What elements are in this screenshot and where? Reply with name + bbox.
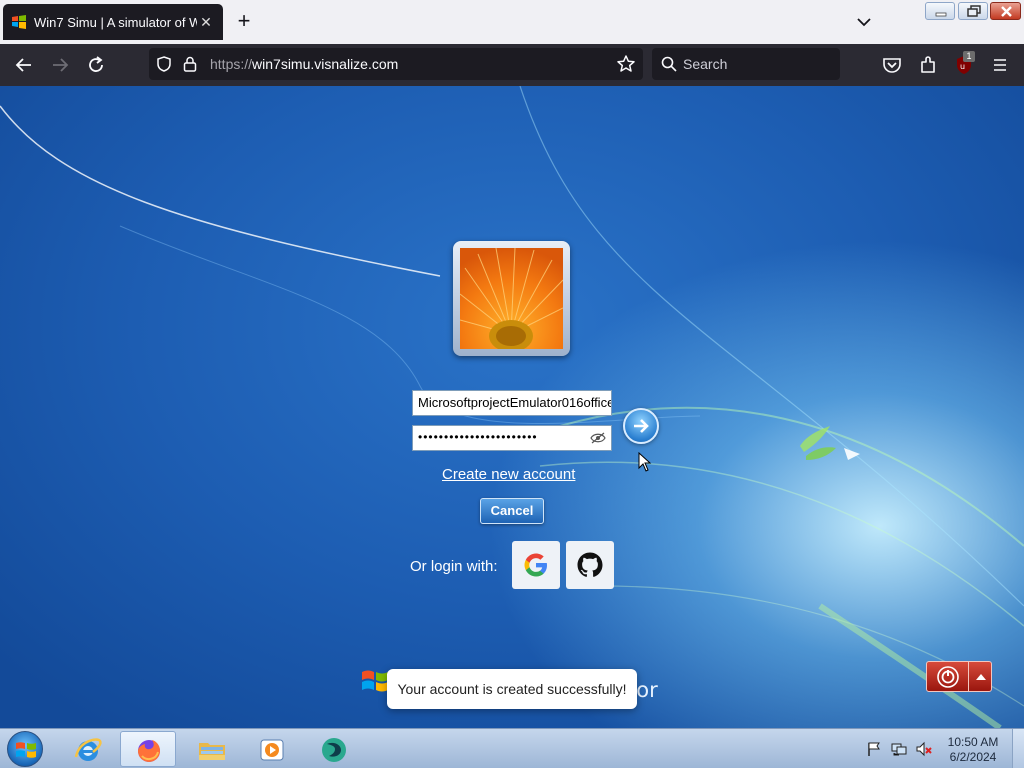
shutdown-button[interactable] <box>926 661 992 692</box>
login-screen: MicrosoftprojectEmulator016office ••••••… <box>0 86 1024 728</box>
taskbar: 10:50 AM 6/2/2024 <box>0 728 1024 768</box>
mouse-cursor-icon <box>638 451 652 477</box>
browser-tab-bar: Win7 Simu | A simulator of Windows 7 ✕ + <box>0 0 1024 44</box>
extensions-icon[interactable] <box>916 53 940 77</box>
windows-logo-icon <box>16 742 36 758</box>
taskbar-app-internet-explorer[interactable] <box>60 731 116 767</box>
folder-icon <box>199 743 225 760</box>
clock-date: 6/2/2024 <box>949 750 997 764</box>
google-icon <box>524 553 547 577</box>
extension-badge: 1 <box>963 51 975 62</box>
search-placeholder: Search <box>683 56 728 72</box>
chevron-down-icon[interactable] <box>853 12 875 32</box>
url-text: https://win7simu.visnalize.com <box>210 56 398 72</box>
svg-text:u: u <box>960 62 965 71</box>
show-desktop-button[interactable] <box>1012 729 1024 768</box>
taskbar-app-media-player[interactable] <box>244 731 300 767</box>
tab-close-icon[interactable]: ✕ <box>197 14 215 31</box>
shield-icon[interactable] <box>155 55 173 76</box>
cancel-button[interactable]: Cancel <box>480 498 544 524</box>
caret-up-icon[interactable] <box>972 671 990 683</box>
system-clock[interactable]: 10:50 AM 6/2/2024 <box>946 735 1000 765</box>
flower-picture <box>460 248 563 349</box>
network-icon[interactable] <box>891 741 907 762</box>
username-field[interactable]: MicrosoftprojectEmulator016office <box>412 390 612 416</box>
shutdown-separator <box>968 662 969 691</box>
firefox-icon <box>138 740 160 762</box>
media-player-icon <box>260 739 284 761</box>
new-tab-button[interactable]: + <box>232 10 256 34</box>
url-host: win7simu.visnalize.com <box>252 56 399 72</box>
windows-flag-icon <box>11 14 27 30</box>
bookmark-star-icon[interactable] <box>616 54 636 77</box>
github-login-button[interactable] <box>566 541 614 589</box>
taskbar-app-win7simu[interactable] <box>306 731 362 767</box>
forward-arrow-icon[interactable] <box>48 53 72 77</box>
browser-nav-bar: https://win7simu.visnalize.com Search u … <box>0 44 1024 86</box>
restore-window-button[interactable] <box>958 2 988 20</box>
password-mask: ••••••••••••••••••••••• <box>418 430 538 444</box>
taskbar-app-firefox[interactable] <box>120 731 176 767</box>
url-bar[interactable]: https://win7simu.visnalize.com <box>149 48 643 80</box>
password-field[interactable]: ••••••••••••••••••••••• <box>412 425 612 451</box>
volume-muted-icon[interactable] <box>915 741 933 762</box>
create-account-link[interactable]: Create new account <box>442 466 575 483</box>
github-icon <box>577 552 603 577</box>
hamburger-menu-icon[interactable] <box>988 53 1012 77</box>
internet-explorer-icon <box>74 738 102 761</box>
action-center-flag-icon[interactable] <box>866 741 882 762</box>
reload-icon[interactable] <box>84 53 108 77</box>
taskbar-app-windows-explorer[interactable] <box>184 731 240 767</box>
oauth-label: Or login with: <box>410 558 498 575</box>
browser-tab-active[interactable]: Win7 Simu | A simulator of Windows 7 ✕ <box>3 4 223 40</box>
start-button[interactable] <box>7 731 43 767</box>
win7simu-icon <box>322 738 346 762</box>
pocket-icon[interactable] <box>880 53 904 77</box>
toast-notification: Your account is created successfully! <box>387 669 637 709</box>
tab-title: Win7 Simu | A simulator of Windows 7 <box>34 14 197 30</box>
google-login-button[interactable] <box>512 541 560 589</box>
back-arrow-icon[interactable] <box>12 53 36 77</box>
minimize-window-button[interactable] <box>925 2 955 20</box>
arrow-right-icon <box>634 419 649 433</box>
eye-slash-icon[interactable] <box>590 432 606 447</box>
url-protocol: https:// <box>210 56 253 72</box>
search-icon <box>661 56 677 75</box>
clock-time: 10:50 AM <box>947 735 999 749</box>
submit-arrow-button[interactable] <box>623 408 659 444</box>
search-input[interactable]: Search <box>652 48 840 80</box>
windows-logo-icon <box>360 666 390 701</box>
lock-icon[interactable] <box>182 55 198 76</box>
power-icon[interactable] <box>935 664 961 690</box>
close-window-button[interactable] <box>990 2 1021 20</box>
user-avatar <box>453 241 570 356</box>
